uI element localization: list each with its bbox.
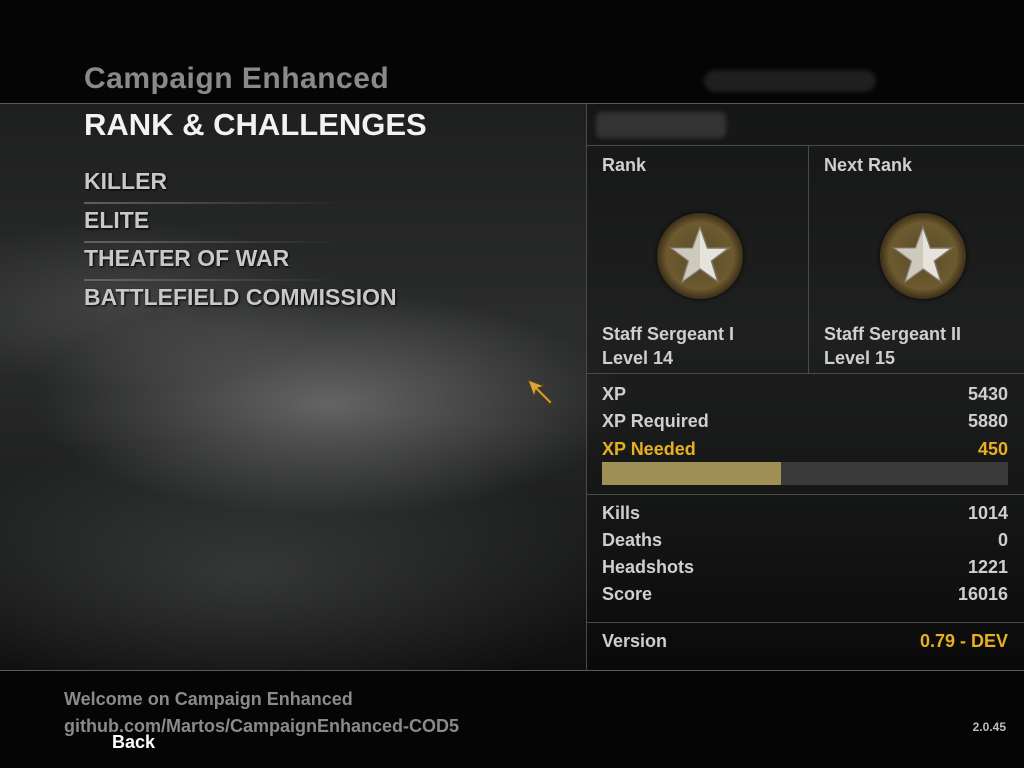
next-rank-level: Level 15 [824,348,896,368]
current-rank-name: Staff Sergeant I [602,324,735,344]
menu-item-elite[interactable]: ELITE [84,207,397,246]
xp-required-row: XP Required 5880 [602,411,1008,437]
current-rank-level: Level 14 [602,348,674,368]
game-title: Campaign Enhanced [84,62,390,95]
star-medal-icon [657,213,743,299]
next-rank-name: Staff Sergeant II [824,324,962,344]
panel-left-border [586,104,587,670]
rank-label: Rank [602,155,647,175]
mouse-cursor-icon [526,378,554,411]
xp-row: XP 5430 [602,384,1008,410]
rank-top-divider [586,145,1024,146]
menu-item-label: THEATER OF WAR [84,245,290,271]
stat-row-kills: Kills 1014 [602,503,1008,529]
xp-label: XP [602,384,627,404]
version-label: Version [602,631,668,651]
stat-label: Score [602,584,653,604]
back-button[interactable]: Back [112,732,155,753]
xp-bottom-divider [586,494,1024,495]
xp-needed-label: XP Needed [602,439,696,459]
stat-label: Headshots [602,557,695,577]
xp-required-value: 5880 [967,411,1008,431]
welcome-text: Welcome on Campaign Enhanced [64,689,353,709]
stat-value: 16016 [957,584,1008,604]
version-value: 0.79 - DEV [919,631,1008,651]
xp-progress-fill [602,462,781,485]
stat-row-headshots: Headshots 1221 [602,557,1008,583]
menu-item-theater-of-war[interactable]: THEATER OF WAR [84,245,397,284]
stats-bottom-divider [586,622,1024,623]
redacted-subtitle [596,112,726,138]
menu-divider [84,240,344,243]
xp-progress-bar [602,462,1008,485]
stat-value: 0 [997,530,1008,550]
footer-divider [0,670,1024,671]
stat-label: Deaths [602,530,663,550]
stat-label: Kills [602,503,641,523]
menu-item-label: BATTLEFIELD COMMISSION [84,283,397,310]
xp-value: 5430 [967,384,1008,404]
redacted-player-name [704,70,876,92]
stat-row-score: Score 16016 [602,584,1008,610]
menu-item-label: ELITE [84,206,150,233]
rank-bottom-divider [586,373,1024,374]
version-row: Version 0.79 - DEV [602,631,1008,657]
menu-item-killer[interactable]: KILLER [84,168,397,207]
xp-required-label: XP Required [602,411,709,431]
menu-divider [84,279,344,281]
next-rank-label: Next Rank [824,155,913,175]
rank-mid-divider [808,145,809,373]
stat-value: 1014 [967,503,1008,523]
xp-needed-value: 450 [977,439,1008,459]
menu-divider [84,202,344,204]
challenge-menu: KILLER ELITE THEATER OF WAR BATTLEFIELD … [84,168,397,322]
build-number: 2.0.45 [972,720,1006,734]
menu-item-label: KILLER [84,168,168,194]
page-title: RANK & CHALLENGES [84,107,427,142]
stat-row-deaths: Deaths 0 [602,530,1008,556]
stat-value: 1221 [967,557,1008,577]
star-medal-icon [880,213,966,299]
menu-item-battlefield-commission[interactable]: BATTLEFIELD COMMISSION [84,284,397,323]
